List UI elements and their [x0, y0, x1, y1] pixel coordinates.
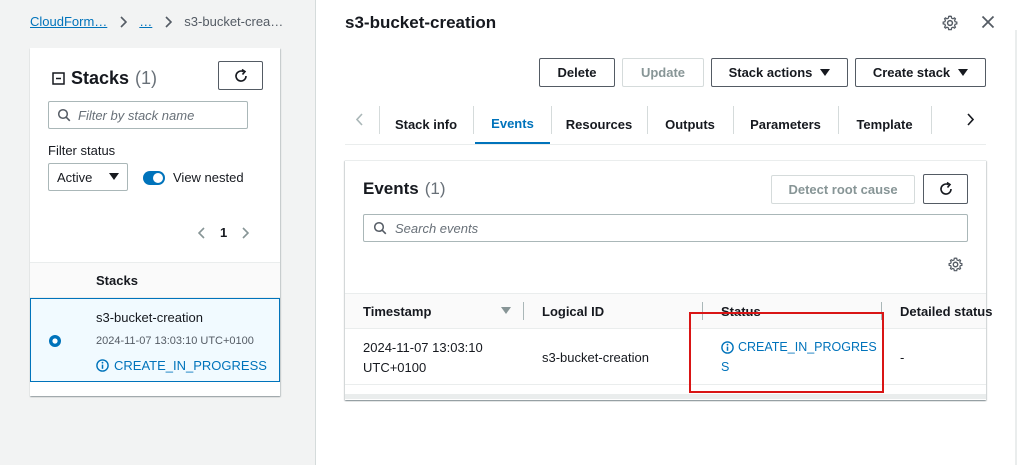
stack-actions-button[interactable]: Stack actions — [711, 58, 848, 87]
stacks-side-panel: CloudForm… … s3-bucket-crea… Stacks (1) — [0, 0, 316, 465]
sort-descending-icon[interactable] — [501, 307, 511, 315]
create-stack-button[interactable]: Create stack — [855, 58, 986, 87]
tab-parameters[interactable]: Parameters — [734, 104, 837, 144]
events-header: Events (1) — [363, 179, 446, 199]
chevron-right-icon — [164, 15, 173, 28]
view-nested-label: View nested — [173, 170, 244, 185]
logical-id-column-header[interactable]: Logical ID — [542, 304, 604, 319]
stacks-header: Stacks (1) — [52, 68, 157, 89]
highlight-box — [689, 312, 884, 393]
stacks-count: (1) — [135, 68, 158, 88]
tab-label: Stack info — [394, 116, 458, 132]
close-icon[interactable] — [981, 15, 995, 29]
filter-status-label: Filter status — [48, 143, 116, 158]
tab-divider — [473, 106, 474, 134]
tab-label: Events — [491, 115, 534, 131]
stacks-column-header: Stacks — [96, 273, 138, 288]
detailed-status-column-header[interactable]: Detailed status — [900, 304, 992, 319]
tabs-scroll-left-icon[interactable] — [356, 113, 364, 126]
page-title: s3-bucket-creation — [345, 13, 497, 32]
event-timestamp-date: 2024-11-07 13:03:10 — [363, 340, 483, 355]
horizontal-scrollbar[interactable] — [345, 394, 986, 399]
event-logical-id: s3-bucket-creation — [542, 350, 649, 365]
stacks-table-header: Stacks — [30, 262, 280, 298]
tab-label: Template — [856, 116, 913, 132]
breadcrumb-ellipsis-link[interactable]: … — [139, 14, 152, 29]
table-row — [345, 329, 986, 385]
tab-outputs[interactable]: Outputs — [648, 104, 732, 144]
search-icon — [373, 221, 387, 235]
filter-status-value: Active — [57, 169, 93, 185]
update-button[interactable]: Update — [622, 58, 704, 87]
detect-root-cause-button[interactable]: Detect root cause — [771, 175, 915, 204]
delete-button[interactable]: Delete — [539, 58, 615, 87]
info-icon — [96, 359, 109, 372]
timestamp-column-header[interactable]: Timestamp — [363, 304, 431, 319]
view-nested-toggle-group: View nested — [143, 170, 244, 185]
radio-selected-icon[interactable] — [48, 334, 62, 348]
events-title: Events — [363, 179, 419, 198]
event-timestamp-zone: UTC+0100 — [363, 360, 427, 375]
stack-detail-panel: s3-bucket-creation Delete Update Stack a… — [316, 0, 1017, 465]
filter-placeholder: Filter by stack name — [78, 107, 195, 123]
tab-events[interactable]: Events — [475, 104, 550, 144]
breadcrumb-current: s3-bucket-crea… — [184, 14, 284, 29]
tab-label: Outputs — [665, 116, 715, 132]
header-divider — [76, 274, 77, 288]
update-label: Update — [640, 65, 686, 80]
search-events-placeholder: Search events — [395, 220, 479, 236]
create-stack-label: Create stack — [872, 65, 951, 80]
pagination: 1 — [198, 225, 250, 240]
search-icon — [57, 108, 71, 122]
breadcrumb-cloudformation-link[interactable]: CloudForm… — [30, 14, 107, 29]
stack-status-text: CREATE_IN_PROGRESS — [114, 358, 267, 373]
events-table-header — [345, 293, 986, 329]
tabs-baseline — [345, 144, 986, 145]
table-settings-gear-icon[interactable] — [948, 257, 963, 272]
refresh-icon — [233, 68, 249, 84]
refresh-events-button[interactable] — [923, 174, 968, 204]
stack-status: CREATE_IN_PROGRESS — [96, 358, 267, 373]
chevron-right-icon — [119, 15, 128, 28]
collapse-icon[interactable] — [52, 72, 65, 85]
filter-status-select[interactable]: Active — [48, 163, 128, 191]
search-events-input[interactable]: Search events — [363, 214, 968, 242]
filter-stacks-input[interactable]: Filter by stack name — [48, 101, 248, 129]
events-count: (1) — [424, 179, 446, 198]
tabs-scroll-right-icon[interactable] — [966, 113, 974, 126]
table-row[interactable]: s3-bucket-creation 2024-11-07 13:03:10 U… — [30, 298, 280, 382]
tabs-fade — [932, 104, 954, 144]
stacks-card: Stacks (1) Filter by stack name Filter s… — [30, 48, 280, 396]
gear-icon[interactable] — [942, 15, 958, 31]
tab-label: Resources — [565, 116, 633, 132]
stack-name: s3-bucket-creation — [96, 310, 203, 325]
delete-label: Delete — [557, 65, 597, 80]
stacks-title: Stacks — [71, 68, 130, 88]
previous-page-icon[interactable] — [198, 226, 206, 239]
next-page-icon[interactable] — [241, 226, 250, 239]
tab-label: Parameters — [750, 116, 821, 132]
toggle-knob — [153, 172, 163, 183]
refresh-icon — [938, 181, 954, 197]
caret-down-icon — [109, 173, 119, 181]
tab-stack-info[interactable]: Stack info — [380, 104, 472, 144]
refresh-stacks-button[interactable] — [218, 61, 263, 90]
tab-resources[interactable]: Resources — [552, 104, 646, 144]
detect-root-cause-label: Detect root cause — [788, 182, 898, 197]
stack-timestamp: 2024-11-07 13:03:10 UTC+0100 — [96, 335, 254, 347]
tab-template[interactable]: Template — [839, 104, 930, 144]
stack-actions-label: Stack actions — [728, 65, 813, 80]
event-detailed-status: - — [900, 350, 905, 365]
view-nested-toggle[interactable] — [143, 170, 165, 185]
caret-down-icon — [820, 68, 831, 77]
caret-down-icon — [958, 68, 969, 77]
page-number[interactable]: 1 — [220, 225, 227, 240]
column-resizer[interactable] — [523, 302, 524, 320]
breadcrumb: CloudForm… … s3-bucket-crea… — [30, 14, 283, 29]
